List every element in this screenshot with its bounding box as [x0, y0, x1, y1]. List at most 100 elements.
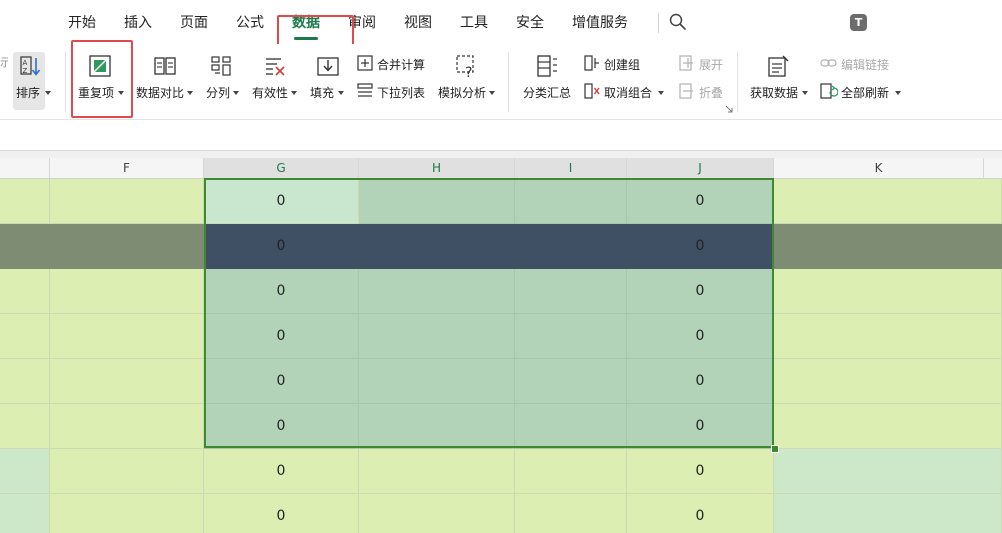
cell[interactable]: [0, 404, 50, 449]
table-row: 0 0: [0, 449, 1002, 494]
refresh-all-button[interactable]: 全部刷新: [818, 81, 904, 103]
spreadsheet-grid[interactable]: 0 0 0 0 0 0 0 0 0 0 0 0 0 0 0 0: [0, 179, 1002, 533]
validity-button[interactable]: 有效性: [251, 52, 299, 108]
cell-F[interactable]: [50, 404, 204, 449]
cell-K[interactable]: [774, 359, 1002, 404]
cell-F[interactable]: [50, 269, 204, 314]
column-header-H[interactable]: H: [359, 158, 515, 178]
column-header-E[interactable]: [0, 158, 50, 178]
cell-G[interactable]: 0: [204, 404, 359, 449]
cell-G[interactable]: 0: [204, 269, 359, 314]
validity-caret: [291, 91, 297, 95]
collapse-button[interactable]: 折叠: [677, 81, 727, 103]
subtotal-button[interactable]: 分类汇总: [519, 52, 575, 108]
cell-K[interactable]: [774, 494, 1002, 533]
cell-H[interactable]: [359, 179, 515, 224]
cell-H[interactable]: [359, 404, 515, 449]
cell-F[interactable]: [50, 224, 204, 269]
tab-view[interactable]: 视图: [404, 13, 432, 33]
tab-review[interactable]: 审阅: [348, 13, 376, 33]
cell-H[interactable]: [359, 359, 515, 404]
cell-F[interactable]: [50, 314, 204, 359]
cell-J[interactable]: 0: [627, 179, 774, 224]
cell[interactable]: [0, 449, 50, 494]
expand-button[interactable]: 展开: [677, 53, 727, 75]
cell-I[interactable]: [515, 314, 627, 359]
cell[interactable]: [0, 224, 50, 269]
cell-G[interactable]: 0: [204, 449, 359, 494]
cell-I[interactable]: [515, 224, 627, 269]
cell[interactable]: [0, 494, 50, 533]
cell-G[interactable]: 0: [204, 179, 359, 224]
create-group-button[interactable]: 创建组: [582, 53, 662, 75]
cell-H[interactable]: [359, 269, 515, 314]
avatar[interactable]: T: [850, 14, 867, 31]
sort-button[interactable]: A Z 排序: [12, 52, 58, 110]
cell-J[interactable]: 0: [627, 314, 774, 359]
cell-G[interactable]: 0: [204, 359, 359, 404]
cell-K[interactable]: [774, 449, 1002, 494]
get-data-button[interactable]: 获取数据: [748, 52, 808, 108]
search-icon[interactable]: [668, 12, 688, 32]
cell-J[interactable]: 0: [627, 359, 774, 404]
tab-page[interactable]: 页面: [180, 13, 208, 33]
cell-K[interactable]: [774, 269, 1002, 314]
sort-caret: [45, 91, 51, 95]
column-header-G[interactable]: G: [204, 158, 359, 178]
cell-K[interactable]: [774, 179, 1002, 224]
tab-insert[interactable]: 插入: [124, 13, 152, 33]
ungroup-button[interactable]: 取消组合: [582, 81, 668, 103]
cell[interactable]: [0, 269, 50, 314]
split-column-button[interactable]: 分列: [203, 52, 245, 108]
merge-calc-button[interactable]: 合并计算: [355, 53, 433, 75]
fill-button[interactable]: 填充: [308, 52, 348, 108]
cell[interactable]: [0, 359, 50, 404]
tab-tools[interactable]: 工具: [460, 13, 488, 33]
data-compare-button[interactable]: 数据对比: [135, 52, 197, 108]
cell[interactable]: [0, 179, 50, 224]
cell-H[interactable]: [359, 224, 515, 269]
tab-security[interactable]: 安全: [516, 13, 544, 33]
cell-F[interactable]: [50, 179, 204, 224]
subtotal-icon: [537, 55, 557, 77]
cell-J[interactable]: 0: [627, 269, 774, 314]
tab-value-added-services[interactable]: 增值服务: [572, 13, 628, 33]
cell-G[interactable]: 0: [204, 494, 359, 533]
edit-links-button[interactable]: 编辑链接: [818, 53, 898, 75]
cell-J[interactable]: 0: [627, 494, 774, 533]
cell-I[interactable]: [515, 359, 627, 404]
cell-H[interactable]: [359, 314, 515, 359]
cell-G[interactable]: 0: [204, 314, 359, 359]
simulation-analysis-button[interactable]: ? 模拟分析: [437, 52, 499, 108]
cell-J[interactable]: 0: [627, 224, 774, 269]
tab-home[interactable]: 开始: [68, 13, 96, 33]
cell-F[interactable]: [50, 494, 204, 533]
dropdown-list-button[interactable]: 下拉列表: [355, 81, 433, 103]
cell-I[interactable]: [515, 179, 627, 224]
cell-I[interactable]: [515, 449, 627, 494]
tab-formula[interactable]: 公式: [236, 13, 264, 33]
cell-G[interactable]: 0: [204, 224, 359, 269]
column-header-F[interactable]: F: [50, 158, 204, 178]
cell-F[interactable]: [50, 359, 204, 404]
tab-data[interactable]: 数据: [292, 13, 320, 33]
cell-J[interactable]: 0: [627, 404, 774, 449]
cell-K[interactable]: [774, 224, 1002, 269]
cell-H[interactable]: [359, 494, 515, 533]
cell-F[interactable]: [50, 449, 204, 494]
table-row: 0 0: [0, 404, 1002, 449]
formula-bar[interactable]: [0, 120, 1002, 150]
cell-J[interactable]: 0: [627, 449, 774, 494]
column-header-I[interactable]: I: [515, 158, 627, 178]
column-header-K[interactable]: K: [774, 158, 984, 178]
duplicates-button[interactable]: 重复项: [72, 52, 130, 108]
column-header-J[interactable]: J: [627, 158, 774, 178]
cell-I[interactable]: [515, 269, 627, 314]
cell-I[interactable]: [515, 404, 627, 449]
cell-I[interactable]: [515, 494, 627, 533]
group-settings-launcher-icon[interactable]: [725, 105, 733, 113]
cell[interactable]: [0, 314, 50, 359]
cell-H[interactable]: [359, 449, 515, 494]
cell-K[interactable]: [774, 314, 1002, 359]
cell-K[interactable]: [774, 404, 1002, 449]
